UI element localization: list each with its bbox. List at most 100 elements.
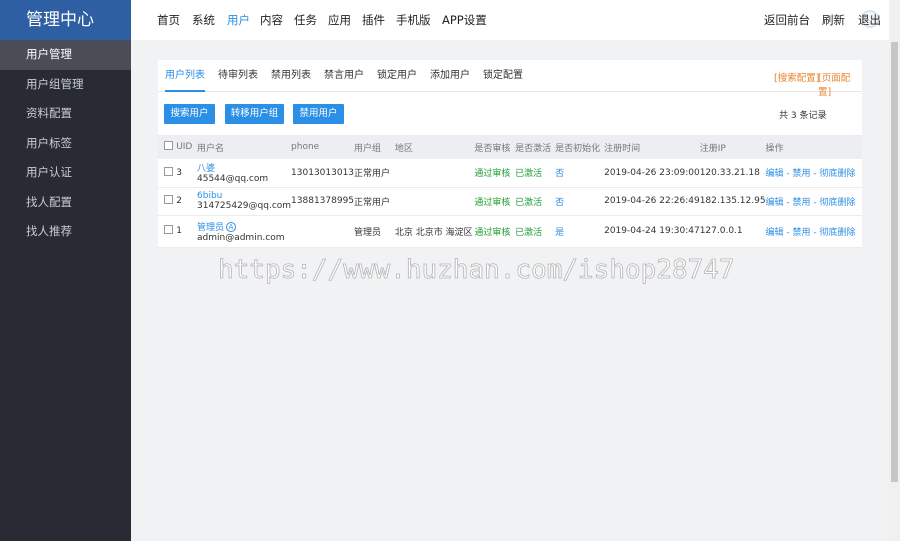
cell-audit: 通过审核 bbox=[474, 159, 516, 188]
watermark: https://www.huzhan.com/ishop28747 bbox=[218, 255, 735, 286]
sidebar-item-usergroup-manage[interactable]: 用户组管理 bbox=[0, 70, 131, 100]
cell-phone: 13881378995 bbox=[291, 187, 355, 216]
search-user-button[interactable]: 搜索用户 bbox=[164, 104, 215, 124]
user-email: admin@admin.com bbox=[197, 232, 285, 243]
cell-init: 否 bbox=[555, 159, 605, 188]
col-activated: 是否激活 bbox=[515, 135, 556, 159]
ban-link[interactable]: 禁用 bbox=[793, 228, 811, 238]
tab-banned-list[interactable]: 禁用列表 bbox=[271, 60, 311, 92]
cell-ip: 120.33.21.18 bbox=[699, 159, 766, 188]
col-group: 用户组 bbox=[354, 135, 395, 159]
col-ip: 注册IP bbox=[699, 135, 766, 159]
cell-activated: 已激活 bbox=[515, 187, 556, 216]
table-row: 3 八婆 45544@qq.com 13013013013 正常用户 通过审核 … bbox=[158, 159, 862, 188]
select-all-checkbox[interactable] bbox=[164, 141, 173, 150]
delete-link[interactable]: 彻底删除 bbox=[820, 169, 856, 179]
table-row: 1 管理员 A admin@admin.com 管理员 北京 北京市 海淀区 通过… bbox=[158, 215, 862, 248]
col-phone: phone bbox=[291, 135, 355, 159]
cell-uid: 3 bbox=[176, 159, 197, 188]
col-region: 地区 bbox=[394, 135, 475, 159]
tab-pending-list[interactable]: 待审列表 bbox=[218, 60, 258, 92]
sidebar-item-find-recommend[interactable]: 找人推荐 bbox=[0, 217, 131, 247]
page-config-link[interactable]: [页面配置] bbox=[818, 70, 862, 98]
cell-init: 否 bbox=[555, 187, 605, 216]
row-checkbox[interactable] bbox=[164, 166, 173, 176]
ban-user-button[interactable]: 禁用用户 bbox=[293, 104, 344, 124]
username-link[interactable]: 管理员 bbox=[197, 223, 224, 233]
scrollbar[interactable] bbox=[889, 0, 900, 541]
record-count-number: 3 bbox=[790, 111, 797, 121]
cell-activated: 已激活 bbox=[515, 215, 556, 248]
tab-lock-config[interactable]: 锁定配置 bbox=[483, 60, 523, 92]
user-list-panel: 用户列表 待审列表 禁用列表 禁言用户 锁定用户 添加用户 锁定配置 [搜索配置… bbox=[158, 60, 862, 248]
table-header-row: UID 用户名 phone 用户组 地区 是否审核 是否激活 是否初始化 注册时… bbox=[158, 135, 862, 159]
cell-ip: 182.135.12.95 bbox=[699, 187, 766, 216]
user-email: 45544@qq.com bbox=[197, 174, 269, 185]
delete-link[interactable]: 彻底删除 bbox=[820, 228, 856, 238]
tab-muted-users[interactable]: 禁言用户 bbox=[324, 60, 364, 92]
col-init: 是否初始化 bbox=[555, 135, 605, 159]
col-audit: 是否审核 bbox=[474, 135, 516, 159]
search-config-link[interactable]: [搜索配置] bbox=[774, 70, 819, 84]
sidebar-item-profile-config[interactable]: 资料配置 bbox=[0, 99, 131, 129]
top-nav: 首页 系统 用户 内容 任务 应用 插件 手机版 APP设置 返回前台 刷新 退… bbox=[131, 0, 900, 40]
sidebar-item-user-manage[interactable]: 用户管理 bbox=[0, 40, 131, 70]
cell-region bbox=[394, 187, 475, 216]
nav-task[interactable]: 任务 bbox=[294, 0, 317, 40]
scrollbar-thumb[interactable] bbox=[891, 42, 898, 482]
nav-system[interactable]: 系统 bbox=[192, 0, 215, 40]
delete-link[interactable]: 彻底删除 bbox=[820, 198, 856, 208]
edit-link[interactable]: 编辑 bbox=[766, 198, 784, 208]
nav-plugin[interactable]: 插件 bbox=[362, 0, 385, 40]
nav-app-settings[interactable]: APP设置 bbox=[442, 0, 487, 40]
move-usergroup-button[interactable]: 转移用户组 bbox=[225, 104, 284, 124]
cell-activated: 已激活 bbox=[515, 159, 556, 188]
cell-group: 管理员 bbox=[354, 215, 395, 248]
ban-link[interactable]: 禁用 bbox=[793, 169, 811, 179]
sidebar-item-find-config[interactable]: 找人配置 bbox=[0, 188, 131, 218]
app-title: 管理中心 bbox=[0, 0, 131, 40]
refresh-link[interactable]: 刷新 bbox=[822, 0, 845, 40]
nav-mobile[interactable]: 手机版 bbox=[396, 0, 431, 40]
sidebar-item-user-verify[interactable]: 用户认证 bbox=[0, 158, 131, 188]
username-link[interactable]: 6bibu bbox=[197, 191, 291, 201]
edit-link[interactable]: 编辑 bbox=[766, 169, 784, 179]
record-count: 共 3 条记录 bbox=[779, 111, 827, 121]
col-regtime: 注册时间 bbox=[604, 135, 700, 159]
tab-add-user[interactable]: 添加用户 bbox=[430, 60, 470, 92]
nav-user[interactable]: 用户 bbox=[227, 0, 250, 40]
user-table: UID 用户名 phone 用户组 地区 是否审核 是否激活 是否初始化 注册时… bbox=[158, 135, 862, 248]
nav-content[interactable]: 内容 bbox=[260, 0, 283, 40]
cell-region bbox=[394, 159, 475, 188]
cell-region: 北京 北京市 海淀区 bbox=[394, 215, 475, 248]
cell-init: 是 bbox=[555, 215, 605, 248]
user-email: 314725429@qq.com bbox=[197, 201, 292, 211]
cell-uid: 1 bbox=[176, 215, 197, 248]
back-to-front-link[interactable]: 返回前台 bbox=[764, 0, 810, 40]
cell-regtime: 2019-04-26 23:09:00 bbox=[604, 159, 700, 188]
sidebar: 管理中心 用户管理 用户组管理 资料配置 用户标签 用户认证 找人配置 找人推荐 bbox=[0, 0, 131, 541]
tab-user-list[interactable]: 用户列表 bbox=[165, 60, 205, 92]
cell-audit: 通过审核 bbox=[474, 215, 516, 248]
row-checkbox[interactable] bbox=[164, 225, 173, 234]
username-link[interactable]: 八婆 bbox=[197, 161, 291, 174]
cell-audit: 通过审核 bbox=[474, 187, 516, 216]
admin-badge-icon: A bbox=[226, 221, 237, 232]
table-row: 2 6bibu 314725429@qq.com 13881378995 正常用… bbox=[158, 187, 862, 216]
sidebar-item-user-tags[interactable]: 用户标签 bbox=[0, 129, 131, 159]
row-checkbox[interactable] bbox=[164, 195, 173, 204]
tab-locked-users[interactable]: 锁定用户 bbox=[377, 60, 417, 92]
cell-group: 正常用户 bbox=[354, 159, 395, 188]
nav-home[interactable]: 首页 bbox=[157, 0, 180, 40]
cell-phone bbox=[291, 215, 355, 248]
ban-link[interactable]: 禁用 bbox=[793, 198, 811, 208]
tab-bar: 用户列表 待审列表 禁用列表 禁言用户 锁定用户 添加用户 锁定配置 [搜索配置… bbox=[158, 60, 862, 98]
main-content: 用户列表 待审列表 禁用列表 禁言用户 锁定用户 添加用户 锁定配置 [搜索配置… bbox=[131, 40, 889, 541]
cell-ip: 127.0.0.1 bbox=[699, 215, 766, 248]
logout-link[interactable]: 退出 bbox=[858, 0, 881, 40]
nav-app[interactable]: 应用 bbox=[328, 0, 351, 40]
col-uid: UID bbox=[176, 135, 197, 159]
cell-uid: 2 bbox=[176, 187, 197, 216]
cell-group: 正常用户 bbox=[354, 187, 395, 216]
edit-link[interactable]: 编辑 bbox=[766, 228, 784, 238]
